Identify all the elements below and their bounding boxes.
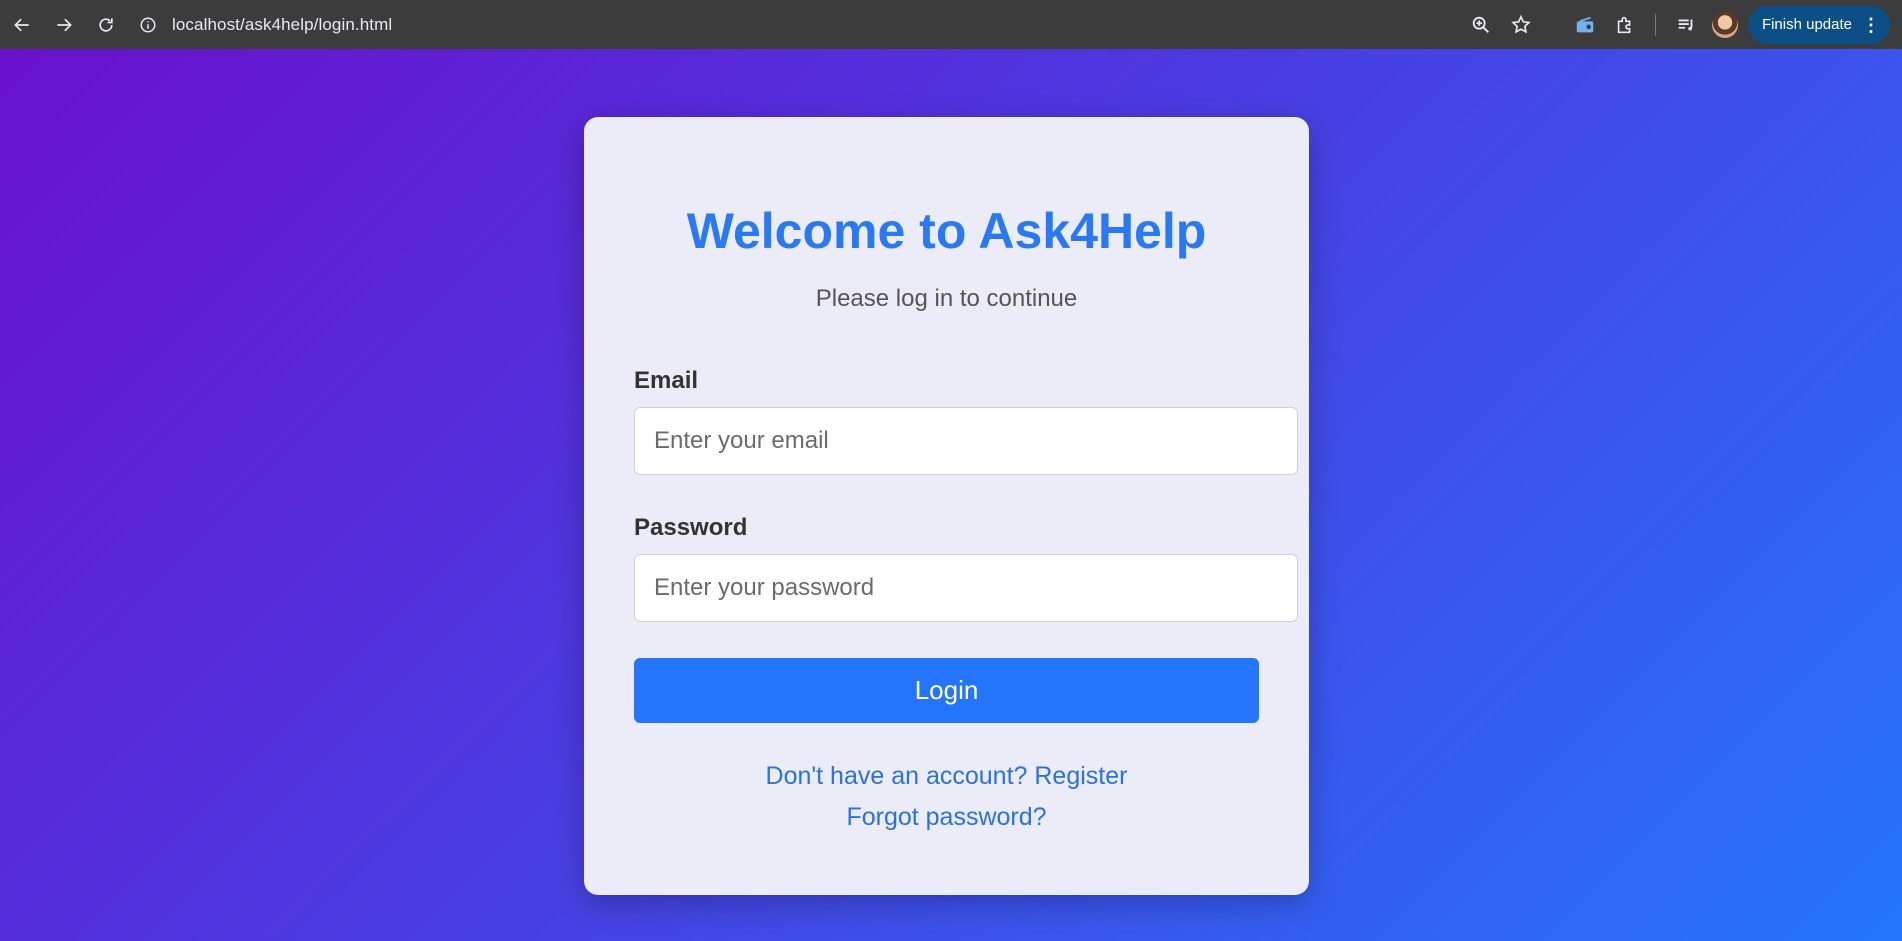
email-label: Email — [634, 367, 699, 394]
finish-update-label: Finish update — [1761, 16, 1852, 33]
login-card: Welcome to Ask4Help Please log in to con… — [584, 117, 1309, 895]
forgot-password-link[interactable]: Forgot password? — [584, 803, 1309, 832]
back-button[interactable] — [2, 5, 42, 45]
register-link[interactable]: Don't have an account? Register — [584, 762, 1309, 791]
forward-button[interactable] — [44, 5, 84, 45]
browser-toolbar: localhost/ask4help/login.html Finish upd… — [0, 0, 1902, 49]
page-background: Welcome to Ask4Help Please log in to con… — [0, 49, 1902, 941]
arrow-left-icon — [14, 18, 29, 31]
zoom-icon[interactable] — [1461, 5, 1501, 45]
address-bar[interactable]: localhost/ask4help/login.html — [134, 7, 1461, 43]
finish-update-button[interactable]: Finish update ⋮ — [1747, 5, 1890, 44]
radio-extension-icon[interactable] — [1565, 5, 1605, 45]
more-menu-icon: ⋮ — [1862, 14, 1880, 35]
arrow-right-icon — [57, 18, 72, 31]
media-queue-icon[interactable] — [1666, 5, 1706, 45]
password-field[interactable] — [634, 554, 1298, 622]
page-subtitle: Please log in to continue — [815, 285, 1078, 312]
site-info-icon[interactable] — [134, 11, 162, 39]
url-text[interactable]: localhost/ask4help/login.html — [172, 15, 392, 35]
toolbar-divider — [1654, 13, 1656, 36]
reload-button[interactable] — [86, 5, 126, 45]
bookmark-star-icon[interactable] — [1501, 5, 1541, 45]
extensions-puzzle-icon[interactable] — [1605, 5, 1645, 45]
email-field[interactable] — [634, 407, 1298, 475]
profile-avatar[interactable] — [1711, 11, 1738, 38]
reload-icon — [99, 17, 113, 32]
login-button[interactable]: Login — [634, 658, 1259, 723]
page-title: Welcome to Ask4Help — [686, 203, 1207, 259]
password-label: Password — [634, 514, 748, 541]
